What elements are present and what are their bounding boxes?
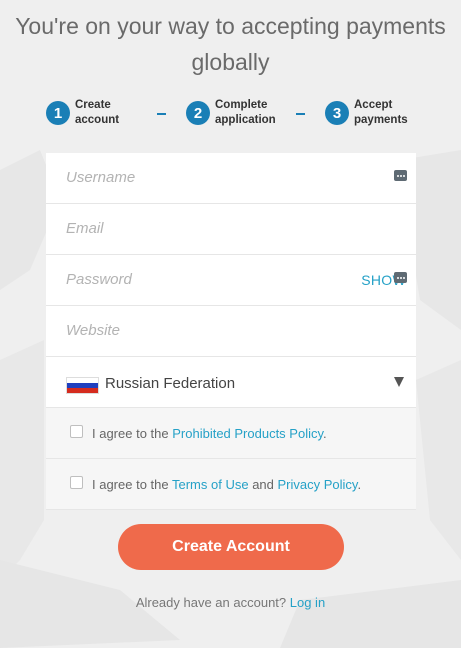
page-headline: You're on your way to accepting payments… bbox=[15, 13, 446, 75]
step-1-number: 1 bbox=[46, 101, 70, 125]
username-input[interactable] bbox=[46, 153, 416, 203]
website-input[interactable] bbox=[46, 306, 416, 356]
prohibited-policy-checkbox[interactable] bbox=[70, 425, 83, 438]
step-complete-application: 2 Complete application bbox=[186, 98, 295, 128]
russia-flag-icon bbox=[66, 377, 99, 394]
prohibited-policy-agreement: I agree to the Prohibited Products Polic… bbox=[46, 408, 416, 459]
log-in-link[interactable]: Log in bbox=[290, 595, 325, 610]
terms-checkbox[interactable] bbox=[70, 476, 83, 489]
step-3-label: Accept payments bbox=[354, 99, 408, 126]
step-3-number: 3 bbox=[325, 101, 349, 125]
terms-text: I agree to the Terms of Use and Privacy … bbox=[92, 477, 362, 492]
username-field[interactable]: Username bbox=[46, 153, 416, 204]
country-value: Russian Federation bbox=[105, 375, 236, 392]
email-field[interactable]: Email bbox=[46, 204, 416, 255]
login-prompt: Already have an account? Log in bbox=[135, 595, 326, 610]
password-manager-icon[interactable] bbox=[394, 170, 407, 181]
country-select[interactable]: Russian Federation bbox=[46, 357, 416, 408]
caret-down-icon[interactable] bbox=[394, 377, 404, 387]
terms-of-use-link[interactable]: Terms of Use bbox=[172, 477, 249, 492]
step-connector bbox=[157, 113, 166, 115]
signup-steps: 1 Create account 2 Complete application … bbox=[0, 98, 461, 130]
prohibited-products-policy-link[interactable]: Prohibited Products Policy bbox=[172, 426, 323, 441]
step-connector bbox=[296, 113, 305, 115]
signup-form: Username Email Password SHOW Website Rus… bbox=[46, 153, 416, 510]
step-accept-payments: 3 Accept payments bbox=[325, 98, 434, 128]
password-manager-icon[interactable] bbox=[394, 272, 407, 283]
step-create-account: 1 Create account bbox=[46, 98, 155, 128]
password-field[interactable]: Password SHOW bbox=[46, 255, 416, 306]
terms-agreement: I agree to the Terms of Use and Privacy … bbox=[46, 459, 416, 510]
step-1-label: Create account bbox=[75, 99, 120, 126]
email-input[interactable] bbox=[46, 204, 416, 254]
step-2-label: Complete application bbox=[215, 99, 276, 126]
prohibited-policy-text: I agree to the Prohibited Products Polic… bbox=[92, 426, 327, 441]
create-account-button[interactable]: Create Account bbox=[118, 524, 344, 570]
step-2-number: 2 bbox=[186, 101, 210, 125]
website-field[interactable]: Website bbox=[46, 306, 416, 357]
privacy-policy-link[interactable]: Privacy Policy bbox=[278, 477, 358, 492]
